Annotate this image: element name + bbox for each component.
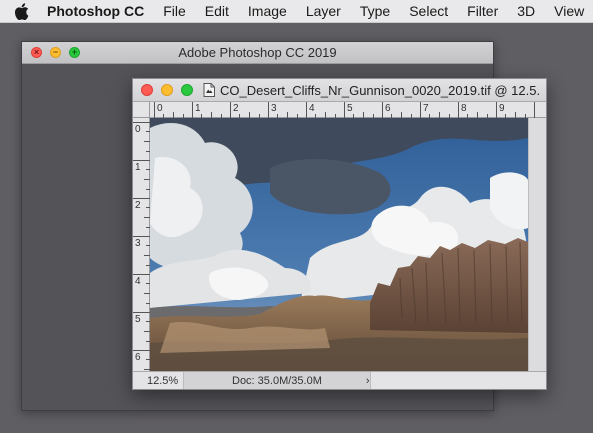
- menu-layer[interactable]: Layer: [306, 3, 341, 19]
- document-info[interactable]: Doc: 35.0M/35.0M ›: [183, 372, 371, 389]
- document-zoom-button[interactable]: [181, 84, 193, 96]
- ruler-left-label: 3: [135, 238, 141, 249]
- minimize-button[interactable]: −: [50, 47, 61, 58]
- zoom-icon: +: [71, 47, 78, 57]
- menu-file[interactable]: File: [163, 3, 186, 19]
- ruler-left-label: 0: [135, 124, 141, 135]
- photoshop-document-icon[interactable]: [203, 83, 215, 97]
- document-title: CO_Desert_Cliffs_Nr_Gunnison_0020_2019.t…: [220, 82, 540, 98]
- ruler-top-label: 8: [461, 103, 467, 114]
- menu-3d[interactable]: 3D: [517, 3, 535, 19]
- document-titlebar[interactable]: CO_Desert_Cliffs_Nr_Gunnison_0020_2019.t…: [133, 79, 546, 102]
- app-window-controls: × − +: [31, 47, 80, 58]
- menu-type[interactable]: Type: [360, 3, 390, 19]
- document-title-area: CO_Desert_Cliffs_Nr_Gunnison_0020_2019.t…: [203, 79, 540, 101]
- ruler-top-label: 6: [385, 103, 391, 114]
- menu-select[interactable]: Select: [409, 3, 448, 19]
- minimize-icon: −: [52, 47, 59, 57]
- document-close-button[interactable]: [141, 84, 153, 96]
- status-bar: 12.5% Doc: 35.0M/35.0M ›: [133, 371, 546, 389]
- ruler-top-label: 1: [195, 103, 201, 114]
- menu-app-name[interactable]: Photoshop CC: [47, 3, 144, 19]
- menu-filter[interactable]: Filter: [467, 3, 498, 19]
- menu-edit[interactable]: Edit: [205, 3, 229, 19]
- ruler-top-label: 5: [347, 103, 353, 114]
- ruler-left-label: 4: [135, 276, 141, 287]
- document-window-controls: [141, 84, 193, 96]
- zoom-level[interactable]: 12.5%: [133, 375, 183, 387]
- ruler-left-label: 2: [135, 200, 141, 211]
- close-icon: ×: [33, 47, 40, 57]
- ruler-origin[interactable]: [133, 102, 150, 118]
- menu-bar: Photoshop CC File Edit Image Layer Type …: [0, 0, 593, 23]
- ruler-top-label: 4: [309, 103, 315, 114]
- document-minimize-button[interactable]: [161, 84, 173, 96]
- ruler-top-label: 2: [233, 103, 239, 114]
- menu-view[interactable]: View: [554, 3, 584, 19]
- ruler-top-label: 0: [157, 103, 163, 114]
- document-window: CO_Desert_Cliffs_Nr_Gunnison_0020_2019.t…: [132, 78, 547, 390]
- landscape-photo[interactable]: [150, 118, 528, 371]
- close-button[interactable]: ×: [31, 47, 42, 58]
- zoom-button[interactable]: +: [69, 47, 80, 58]
- apple-logo-icon[interactable]: [14, 2, 29, 20]
- ruler-left-label: 5: [135, 314, 141, 325]
- ruler-top-label: 3: [271, 103, 277, 114]
- ruler-left-label: 6: [135, 352, 141, 363]
- app-titlebar[interactable]: × − + Adobe Photoshop CC 2019: [22, 42, 493, 64]
- ruler-top-label: 9: [499, 103, 505, 114]
- document-canvas[interactable]: [150, 118, 546, 371]
- app-window-title: Adobe Photoshop CC 2019: [178, 45, 337, 60]
- horizontal-ruler[interactable]: 0 1 2 3 4 5 6 7 8 9: [150, 102, 546, 118]
- menu-image[interactable]: Image: [248, 3, 287, 19]
- ruler-top-label: 7: [423, 103, 429, 114]
- document-size-text: Doc: 35.0M/35.0M: [232, 374, 322, 387]
- vertical-scrollbar[interactable]: [528, 118, 546, 371]
- ruler-left-label: 1: [135, 162, 141, 173]
- chevron-right-icon[interactable]: ›: [366, 375, 370, 387]
- vertical-ruler[interactable]: 0 1 2 3 4 5 6: [133, 118, 150, 371]
